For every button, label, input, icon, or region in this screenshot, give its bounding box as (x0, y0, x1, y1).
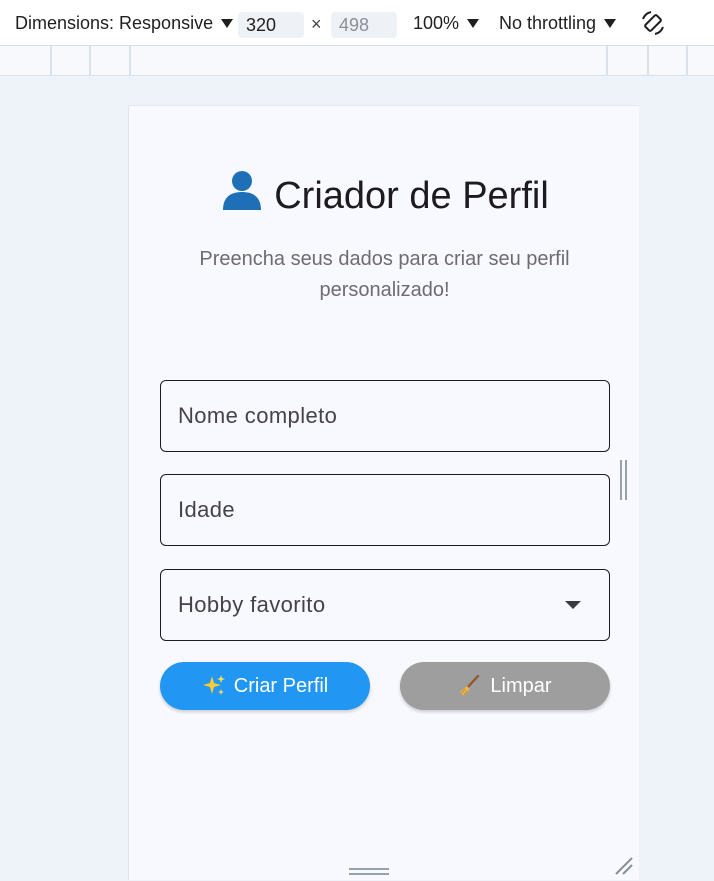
height-input[interactable]: 498 (331, 12, 397, 38)
name-field-label: Nome completo (178, 402, 338, 428)
breakpoint-marker[interactable] (686, 46, 688, 75)
chevron-down-icon (604, 18, 617, 28)
breakpoint-marker[interactable] (647, 46, 649, 75)
corner-resize-handle[interactable] (614, 856, 634, 876)
device-viewport: Criador de Perfil Preencha seus dados pa… (128, 105, 639, 880)
zoom-label: 100% (413, 12, 460, 33)
chevron-down-icon (467, 18, 480, 28)
bottom-resize-handle[interactable] (349, 868, 389, 876)
rotate-icon (642, 11, 664, 35)
zoom-dropdown[interactable]: 100% (413, 0, 480, 46)
breakpoint-marker[interactable] (606, 46, 608, 75)
media-query-bar (0, 46, 714, 76)
broom-icon (458, 674, 482, 698)
hobby-select[interactable]: Hobby favorito (160, 569, 610, 641)
throttling-label: No throttling (499, 12, 597, 33)
age-field[interactable]: Idade (160, 474, 610, 546)
hobby-select-label: Hobby favorito (178, 591, 326, 617)
clear-label: Limpar (490, 674, 552, 697)
name-field[interactable]: Nome completo (160, 380, 610, 452)
person-icon (220, 168, 264, 222)
dimensions-dropdown[interactable]: Dimensions: Responsive (15, 0, 234, 46)
dimensions-label: Dimensions: Responsive (15, 12, 214, 33)
breakpoint-marker[interactable] (50, 46, 52, 75)
width-input[interactable]: 320 (238, 12, 304, 38)
chevron-down-icon (221, 18, 234, 28)
clear-button[interactable]: Limpar (400, 662, 610, 710)
throttling-dropdown[interactable]: No throttling (499, 0, 617, 46)
create-profile-button[interactable]: Criar Perfil (160, 662, 370, 710)
breakpoint-marker[interactable] (89, 46, 91, 75)
times-sign: × (311, 14, 322, 34)
create-profile-label: Criar Perfil (233, 674, 329, 697)
resize-grip-icon (615, 857, 633, 875)
breakpoint-marker[interactable] (129, 46, 131, 75)
dropdown-arrow-icon (565, 601, 581, 609)
page-title: Criador de Perfil (129, 168, 639, 222)
right-resize-handle[interactable] (620, 460, 628, 500)
page-title-text: Criador de Perfil (274, 175, 549, 217)
rotate-button[interactable] (639, 0, 667, 46)
age-field-label: Idade (178, 496, 236, 522)
devtools-toolbar: Dimensions: Responsive 320 × 498 100% No… (0, 0, 714, 46)
sparkles-icon (202, 674, 226, 698)
page-subtitle: Preencha seus dados para criar seu perfi… (199, 248, 570, 301)
